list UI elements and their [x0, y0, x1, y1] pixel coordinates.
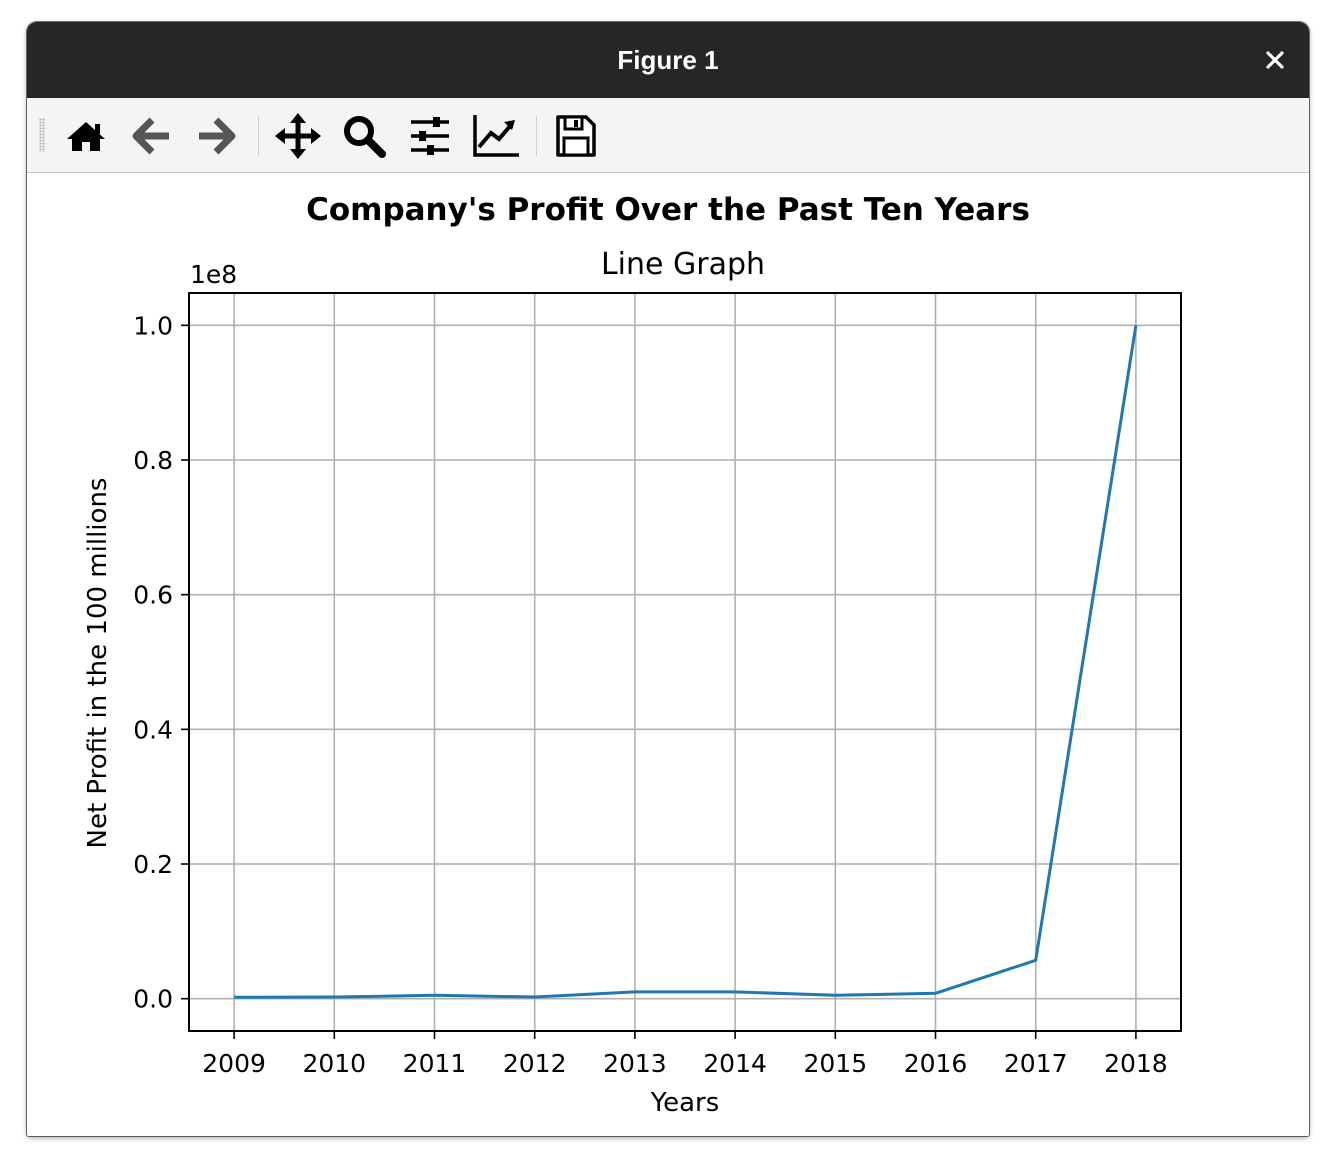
y-axis-label: Net Profit in the 100 millions — [83, 478, 113, 849]
x-tick-label: 2011 — [403, 1049, 467, 1078]
navigation-toolbar — [27, 98, 1309, 173]
zoom-button[interactable] — [339, 111, 389, 161]
y-tick-label: 0.6 — [133, 581, 173, 610]
y-tick-label: 0.0 — [133, 985, 173, 1014]
pan-button[interactable] — [273, 111, 323, 161]
axes-frame — [188, 292, 1182, 1032]
x-tick-label: 2012 — [503, 1049, 567, 1078]
x-axis-label: Years — [650, 1088, 720, 1118]
y-tick-label: 1.0 — [133, 311, 173, 340]
window-title: Figure 1 — [617, 45, 719, 75]
title-bar[interactable]: Figure 1 — [27, 22, 1309, 99]
close-icon — [1266, 51, 1284, 69]
save-floppy-icon — [556, 115, 596, 157]
line-chart: 2009 2010 2011 2012 2013 2014 2015 2016 2017 2018… — [83, 192, 1182, 1118]
close-button[interactable] — [1259, 44, 1291, 76]
y-axis-offset-text: 1e8 — [190, 260, 237, 289]
x-tick-label: 2017 — [1004, 1049, 1068, 1078]
x-tick-label: 2014 — [703, 1049, 767, 1078]
back-button[interactable] — [127, 111, 177, 161]
x-tick-label: 2015 — [803, 1049, 867, 1078]
chart-title: Company's Profit Over the Past Ten Years — [306, 192, 1030, 228]
x-tick-label: 2018 — [1104, 1049, 1168, 1078]
toolbar-separator — [536, 116, 537, 156]
home-icon — [67, 122, 105, 151]
x-tick-label: 2016 — [904, 1049, 968, 1078]
figure-window: Figure 1 2009 2010 2011 2012 2013 2014 2… — [27, 22, 1309, 1136]
x-tick-label: 2010 — [302, 1049, 366, 1078]
forward-button[interactable] — [191, 111, 241, 161]
edit-axis-button[interactable] — [471, 111, 521, 161]
chart-subtitle: Line Graph — [601, 247, 765, 282]
save-button[interactable] — [550, 111, 600, 161]
y-tick-label: 0.8 — [133, 446, 173, 475]
forward-arrow-icon — [199, 117, 236, 155]
back-arrow-icon — [132, 117, 169, 155]
y-tick-label: 0.4 — [133, 715, 173, 744]
toolbar-grip[interactable] — [39, 118, 45, 152]
x-tick-label: 2009 — [202, 1049, 266, 1078]
y-tick-label: 0.2 — [133, 850, 173, 879]
zoom-magnifier-icon — [344, 116, 386, 158]
configure-subplots-button[interactable] — [405, 111, 455, 161]
toolbar-separator — [258, 116, 259, 156]
profit-series-line — [234, 325, 1138, 999]
figure-canvas[interactable]: 2009 2010 2011 2012 2013 2014 2015 2016 2017 2018… — [27, 173, 1309, 1136]
subplots-config-icon — [411, 117, 449, 155]
home-button[interactable] — [61, 111, 111, 161]
edit-axis-icon — [473, 115, 519, 157]
x-tick-label: 2013 — [603, 1049, 667, 1078]
pan-move-icon — [275, 113, 321, 159]
